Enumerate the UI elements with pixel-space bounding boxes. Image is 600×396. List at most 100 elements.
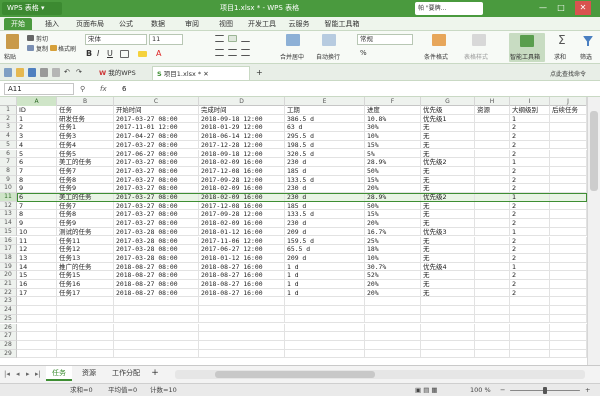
cell-id[interactable]: 3 bbox=[17, 132, 57, 141]
cell-successors[interactable] bbox=[550, 149, 587, 159]
cell-successors[interactable] bbox=[550, 132, 587, 141]
align-top-icon[interactable] bbox=[215, 35, 224, 42]
cell-finish[interactable] bbox=[199, 297, 285, 307]
cell-priority[interactable]: 优先级2 bbox=[421, 158, 475, 167]
cell-finish[interactable]: 完成时间 bbox=[199, 106, 285, 115]
cell-resource[interactable] bbox=[475, 201, 510, 211]
cell-outline-level[interactable]: 2 bbox=[510, 288, 550, 298]
cell-finish[interactable]: 2017-12-28 12:00 bbox=[199, 140, 285, 150]
row-header[interactable]: 29 bbox=[0, 349, 17, 359]
maximize-button[interactable]: □ bbox=[553, 1, 569, 15]
cell-duration[interactable]: 1 d bbox=[285, 288, 365, 298]
cell-priority[interactable] bbox=[421, 314, 475, 324]
cell-outline-level[interactable]: 1 bbox=[510, 114, 550, 124]
cell-start[interactable] bbox=[114, 306, 199, 315]
cell-id[interactable]: 1 bbox=[17, 114, 57, 124]
cell-id[interactable]: 9 bbox=[17, 219, 57, 228]
cell-resource[interactable] bbox=[475, 227, 510, 237]
tab-project1[interactable]: S 项目1.xlsx * ✕ bbox=[152, 66, 250, 80]
zoom-out-button[interactable]: − bbox=[500, 384, 505, 396]
row-header[interactable]: 25 bbox=[0, 314, 17, 324]
format-painter-icon[interactable] bbox=[50, 45, 57, 51]
save-icon[interactable] bbox=[28, 68, 36, 77]
cell-id[interactable]: 14 bbox=[17, 262, 57, 272]
select-all-corner[interactable] bbox=[0, 97, 17, 106]
cell-outline-level[interactable] bbox=[510, 323, 550, 333]
cell-duration[interactable]: 209 d bbox=[285, 227, 365, 237]
cell-start[interactable]: 2017-03-28 08:00 bbox=[114, 253, 199, 263]
filter-label[interactable]: 筛选 bbox=[580, 52, 592, 61]
vertical-scroll-thumb[interactable] bbox=[590, 111, 598, 191]
cell-task[interactable] bbox=[57, 306, 114, 315]
cell-progress[interactable]: 10% bbox=[365, 132, 421, 141]
cell-finish[interactable]: 2018-08-27 16:00 bbox=[199, 280, 285, 289]
underline-button[interactable]: U bbox=[107, 49, 113, 58]
cell-priority[interactable]: 无 bbox=[421, 175, 475, 185]
border-icon[interactable] bbox=[120, 50, 129, 58]
cell-resource[interactable] bbox=[475, 288, 510, 298]
row-header[interactable]: 14 bbox=[0, 219, 17, 228]
cell-priority[interactable] bbox=[421, 323, 475, 333]
row-header[interactable]: 3 bbox=[0, 123, 17, 133]
add-sheet-button[interactable]: + bbox=[148, 366, 162, 381]
cell-resource[interactable] bbox=[475, 262, 510, 272]
cell-priority[interactable] bbox=[421, 332, 475, 341]
conditional-format-icon[interactable] bbox=[432, 34, 446, 46]
cell-id[interactable]: 6 bbox=[17, 193, 57, 202]
cell-successors[interactable] bbox=[550, 193, 587, 202]
cell-priority[interactable] bbox=[421, 349, 475, 359]
cell-outline-level[interactable]: 2 bbox=[510, 236, 550, 246]
cell-priority[interactable] bbox=[421, 340, 475, 350]
cell-task[interactable]: 推广的任务 bbox=[57, 262, 114, 272]
cell-progress[interactable]: 30.7% bbox=[365, 262, 421, 272]
cell-progress[interactable]: 16.7% bbox=[365, 227, 421, 237]
cell-resource[interactable] bbox=[475, 184, 510, 193]
cell-priority[interactable]: 优先级 bbox=[421, 106, 475, 115]
cell-resource[interactable] bbox=[475, 280, 510, 289]
cell-finish[interactable]: 2018-08-27 16:00 bbox=[199, 288, 285, 298]
cell-start[interactable]: 2017-03-27 08:00 bbox=[114, 219, 199, 228]
cell-finish[interactable]: 2017-11-06 12:00 bbox=[199, 236, 285, 246]
cell-task[interactable]: 任务5 bbox=[57, 149, 114, 159]
align-left-icon[interactable] bbox=[215, 49, 224, 56]
row-header[interactable]: 22 bbox=[0, 288, 17, 298]
font-color-button[interactable]: A bbox=[156, 49, 161, 58]
cell-finish[interactable]: 2017-06-27 12:00 bbox=[199, 245, 285, 254]
cell-successors[interactable] bbox=[550, 114, 587, 124]
autowrap-label[interactable]: 自动换行 bbox=[316, 52, 340, 61]
cell-resource[interactable] bbox=[475, 271, 510, 280]
cell-id[interactable] bbox=[17, 332, 57, 341]
cell-start[interactable]: 2018-08-27 08:00 bbox=[114, 262, 199, 272]
cell-start[interactable]: 2017-03-27 08:00 bbox=[114, 210, 199, 220]
cell-priority[interactable]: 无 bbox=[421, 149, 475, 159]
cell-finish[interactable] bbox=[199, 340, 285, 350]
cell-successors[interactable] bbox=[550, 297, 587, 307]
sum-label[interactable]: 求和 bbox=[554, 52, 566, 61]
cell-task[interactable]: 任务3 bbox=[57, 132, 114, 141]
cell-finish[interactable] bbox=[199, 349, 285, 359]
cell-task[interactable]: 任务 bbox=[57, 106, 114, 115]
cell-start[interactable]: 2017-03-28 08:00 bbox=[114, 245, 199, 254]
cell-priority[interactable]: 优先级4 bbox=[421, 262, 475, 272]
merge-center-label[interactable]: 合并居中 bbox=[280, 52, 304, 61]
cell-outline-level[interactable]: 1 bbox=[510, 158, 550, 167]
cell-outline-level[interactable]: 2 bbox=[510, 253, 550, 263]
cell-task[interactable] bbox=[57, 297, 114, 307]
cell-progress[interactable]: 20% bbox=[365, 219, 421, 228]
cell-duration[interactable]: 230 d bbox=[285, 219, 365, 228]
col-header-a[interactable]: A bbox=[17, 97, 57, 106]
preview-icon[interactable] bbox=[52, 68, 60, 77]
cell-progress[interactable]: 18% bbox=[365, 245, 421, 254]
cell-id[interactable]: 6 bbox=[17, 158, 57, 167]
zoom-slider-thumb[interactable] bbox=[543, 387, 547, 394]
cell-task[interactable] bbox=[57, 323, 114, 333]
row-header[interactable]: 2 bbox=[0, 114, 17, 124]
cell-duration[interactable]: 1 d bbox=[285, 280, 365, 289]
cell-duration[interactable]: 386.5 d bbox=[285, 114, 365, 124]
menu-insert[interactable]: 插入 bbox=[40, 18, 64, 30]
cell-successors[interactable] bbox=[550, 227, 587, 237]
zoom-in-button[interactable]: + bbox=[585, 384, 590, 396]
row-header[interactable]: 23 bbox=[0, 297, 17, 307]
cell-successors[interactable] bbox=[550, 323, 587, 333]
cell-successors[interactable] bbox=[550, 314, 587, 324]
